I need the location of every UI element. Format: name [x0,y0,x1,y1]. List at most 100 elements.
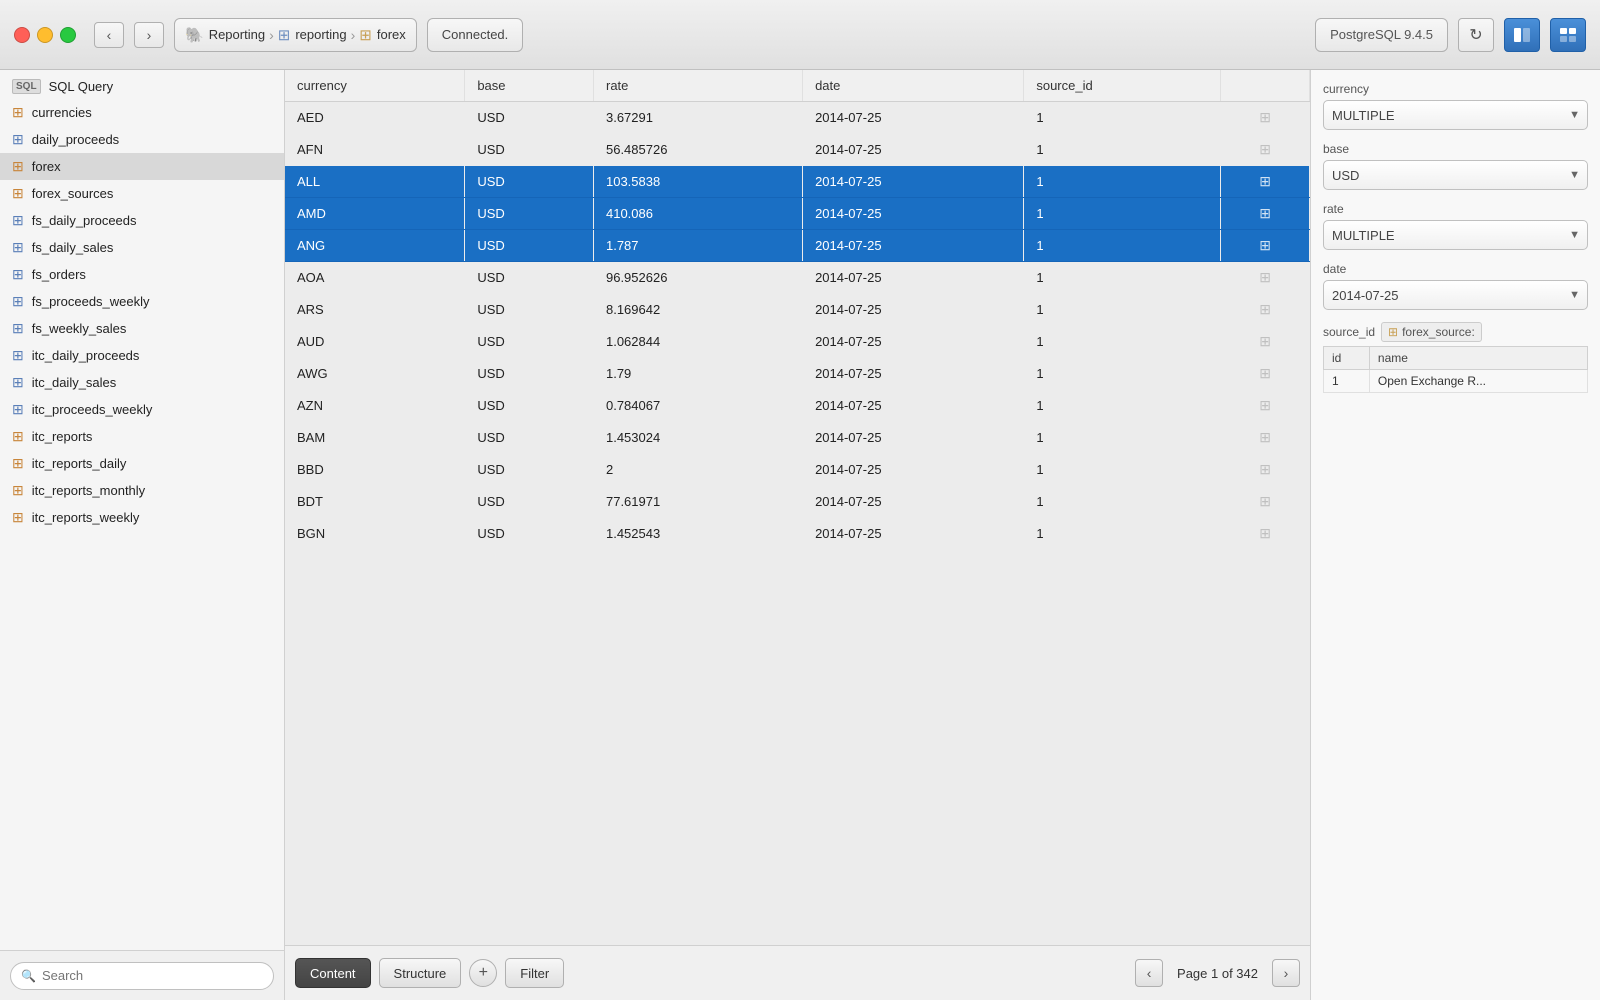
cell-source_id: 1 [1024,102,1221,134]
source-table-badge[interactable]: ⊞ forex_source: [1381,322,1482,342]
table-row[interactable]: ALLUSD103.58382014-07-251⊞ [285,166,1310,198]
sidebar-item-fs_daily_sales[interactable]: ⊞fs_daily_sales [0,234,284,261]
sidebar-item-itc_daily_sales[interactable]: ⊞itc_daily_sales [0,369,284,396]
cell-currency: AOA [285,262,465,294]
table-row[interactable]: BAMUSD1.4530242014-07-251⊞ [285,422,1310,454]
table-row[interactable]: ANGUSD1.7872014-07-251⊞ [285,230,1310,262]
sidebar-item-fs_orders[interactable]: ⊞fs_orders [0,261,284,288]
cell-icon[interactable]: ⊞ [1221,294,1310,326]
sidebar-item-currencies[interactable]: ⊞currencies [0,99,284,126]
cell-currency: BDT [285,486,465,518]
mini-cell-id: 1 [1324,370,1370,393]
table-row[interactable]: BGNUSD1.4525432014-07-251⊞ [285,518,1310,550]
sidebar-item-label: itc_daily_proceeds [32,348,140,363]
table-row[interactable]: AOAUSD96.9526262014-07-251⊞ [285,262,1310,294]
close-button[interactable] [14,27,30,43]
sidebar-item-fs_weekly_sales[interactable]: ⊞fs_weekly_sales [0,315,284,342]
content-tab[interactable]: Content [295,958,371,988]
breadcrumb: 🐘 Reporting › ⊞ reporting › ⊞ forex [174,18,417,52]
table-row[interactable]: ARSUSD8.1696422014-07-251⊞ [285,294,1310,326]
table-row[interactable]: AZNUSD0.7840672014-07-251⊞ [285,390,1310,422]
cell-base: USD [465,262,594,294]
table-blue-icon: ⊞ [12,131,24,148]
sidebar-item-label: forex_sources [32,186,114,201]
mini-cell-name: Open Exchange R... [1369,370,1587,393]
cell-icon[interactable]: ⊞ [1221,486,1310,518]
view-panel-button[interactable] [1504,18,1540,52]
currency-select[interactable]: MULTIPLE [1323,100,1588,130]
minimize-button[interactable] [37,27,53,43]
col-header-date: date [803,70,1024,102]
sidebar-item-itc_reports[interactable]: ⊞itc_reports [0,423,284,450]
sidebar-item-itc_reports_weekly[interactable]: ⊞itc_reports_weekly [0,504,284,531]
cell-icon[interactable]: ⊞ [1221,262,1310,294]
base-select[interactable]: USD [1323,160,1588,190]
page-info: Page 1 of 342 [1169,966,1266,981]
sidebar-item-daily_proceeds[interactable]: ⊞ daily_proceeds [0,126,284,153]
cell-rate: 410.086 [593,198,802,230]
rate-select[interactable]: MULTIPLE [1323,220,1588,250]
table-row[interactable]: AWGUSD1.792014-07-251⊞ [285,358,1310,390]
main-layout: SQLSQL Query⊞currencies⊞daily_proceeds⊞f… [0,70,1600,1000]
table-row[interactable]: AUDUSD1.0628442014-07-251⊞ [285,326,1310,358]
cell-base: USD [465,166,594,198]
search-input[interactable] [42,968,263,983]
table-row[interactable]: AEDUSD3.672912014-07-251⊞ [285,102,1310,134]
view-layout-button[interactable] [1550,18,1586,52]
sidebar-item-itc_reports_daily[interactable]: ⊞itc_reports_daily [0,450,284,477]
filter-button[interactable]: Filter [505,958,564,988]
sidebar-item-SQL Query[interactable]: SQLSQL Query [0,74,284,99]
sidebar-item-forex_sources[interactable]: ⊞forex_sources [0,180,284,207]
sidebar-item-fs_daily_proceeds[interactable]: ⊞fs_daily_proceeds [0,207,284,234]
next-page-button[interactable]: › [1272,959,1300,987]
maximize-button[interactable] [60,27,76,43]
cell-icon[interactable]: ⊞ [1221,230,1310,262]
sidebar-item-label: itc_daily_sales [32,375,117,390]
sidebar-item-fs_proceeds_weekly[interactable]: ⊞fs_proceeds_weekly [0,288,284,315]
table-row[interactable]: BBDUSD22014-07-251⊞ [285,454,1310,486]
sidebar-item-forex[interactable]: ⊞forex [0,153,284,180]
table-row[interactable]: BDTUSD77.619712014-07-251⊞ [285,486,1310,518]
cell-icon[interactable]: ⊞ [1221,390,1310,422]
bottom-toolbar: Content Structure + Filter ‹ Page 1 of 3… [285,945,1310,1000]
cell-icon[interactable]: ⊞ [1221,102,1310,134]
cell-date: 2014-07-25 [803,262,1024,294]
sidebar-item-itc_daily_proceeds[interactable]: ⊞itc_daily_proceeds [0,342,284,369]
prev-page-button[interactable]: ‹ [1135,959,1163,987]
cell-currency: BAM [285,422,465,454]
refresh-button[interactable]: ↻ [1458,18,1494,52]
cell-icon[interactable]: ⊞ [1221,166,1310,198]
cell-source_id: 1 [1024,486,1221,518]
cell-icon[interactable]: ⊞ [1221,422,1310,454]
search-box[interactable]: 🔍 [10,962,274,990]
source-id-label: source_id [1323,325,1375,339]
cell-icon[interactable]: ⊞ [1221,454,1310,486]
table-blue-icon: ⊞ [12,320,24,337]
sidebar-item-itc_reports_monthly[interactable]: ⊞itc_reports_monthly [0,477,284,504]
cell-icon[interactable]: ⊞ [1221,518,1310,550]
cell-source_id: 1 [1024,198,1221,230]
date-select[interactable]: 2014-07-25 [1323,280,1588,310]
breadcrumb-table[interactable]: ⊞ forex [359,26,405,44]
sidebar-item-label: daily_proceeds [32,132,119,147]
sidebar-item-itc_proceeds_weekly[interactable]: ⊞itc_proceeds_weekly [0,396,284,423]
table-row[interactable]: AFNUSD56.4857262014-07-251⊞ [285,134,1310,166]
add-row-button[interactable]: + [469,959,497,987]
cell-icon[interactable]: ⊞ [1221,326,1310,358]
cell-icon[interactable]: ⊞ [1221,358,1310,390]
back-button[interactable]: ‹ [94,22,124,48]
table-row[interactable]: AMDUSD410.0862014-07-251⊞ [285,198,1310,230]
breadcrumb-reporting[interactable]: 🐘 Reporting [185,26,265,44]
structure-tab[interactable]: Structure [379,958,462,988]
cell-currency: ARS [285,294,465,326]
date-label: date [1323,262,1588,276]
breadcrumb-sep-1: › [269,27,274,43]
cell-icon[interactable]: ⊞ [1221,134,1310,166]
forward-button[interactable]: › [134,22,164,48]
table-badge-icon: ⊞ [1388,325,1398,339]
cell-base: USD [465,422,594,454]
row-table-icon: ⊞ [1259,269,1271,285]
cell-icon[interactable]: ⊞ [1221,198,1310,230]
source-table-name: forex_source: [1402,325,1475,339]
breadcrumb-db[interactable]: ⊞ reporting [278,26,347,44]
